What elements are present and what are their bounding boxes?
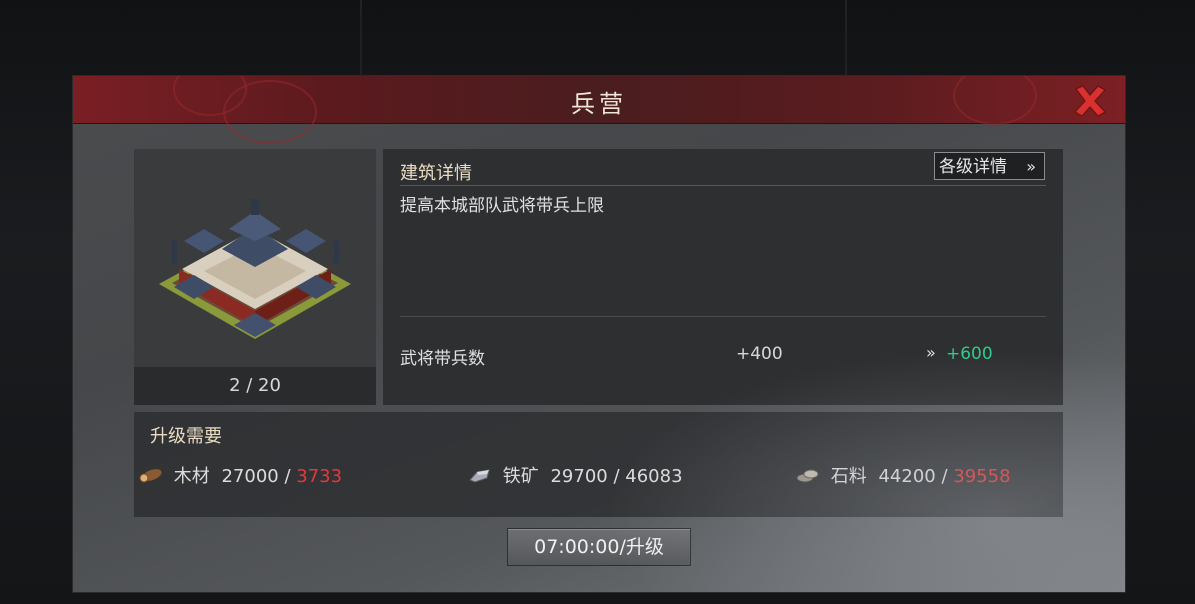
close-x-icon bbox=[1074, 85, 1106, 117]
close-button[interactable] bbox=[1071, 82, 1109, 120]
resource-name: 石料 bbox=[830, 466, 867, 487]
dialog-titlebar: 兵营 bbox=[73, 76, 1125, 144]
details-divider bbox=[400, 185, 1046, 186]
resource-need: 29700 bbox=[550, 466, 608, 487]
requirements-heading: 升级需要 bbox=[150, 426, 222, 447]
resource-stone: 石料 44200 / 39558 bbox=[795, 462, 1011, 488]
stone-icon bbox=[796, 469, 819, 483]
iron-ore-icon bbox=[469, 469, 490, 483]
resource-have: 46083 bbox=[625, 466, 683, 487]
stat-label: 武将带兵数 bbox=[400, 349, 485, 369]
barracks-dialog: 兵营 2 / 20 建筑详情 各级详情 » 提高本城部队武将带兵上限 武将带兵数… bbox=[73, 76, 1125, 592]
barracks-building-icon bbox=[159, 199, 351, 339]
upgrade-button[interactable]: 07:00:00/升级 bbox=[507, 528, 691, 566]
building-description: 提高本城部队武将带兵上限 bbox=[400, 196, 604, 216]
building-image-panel: 2 / 20 bbox=[134, 149, 376, 405]
resource-iron: 铁矿 29700 / 46083 bbox=[467, 462, 683, 488]
resource-need: 44200 bbox=[878, 466, 936, 487]
stat-current-value: +400 bbox=[736, 344, 783, 364]
resource-need: 27000 bbox=[221, 466, 279, 487]
building-details-panel: 建筑详情 各级详情 » 提高本城部队武将带兵上限 武将带兵数 +400 » +6… bbox=[383, 149, 1063, 405]
details-heading: 建筑详情 bbox=[400, 163, 472, 184]
chevron-right-icon: » bbox=[1026, 157, 1036, 176]
resource-wood: 木材 27000 / 3733 bbox=[138, 462, 342, 488]
building-level: 2 / 20 bbox=[134, 367, 376, 405]
upgrade-arrow-icon: » bbox=[926, 343, 936, 362]
wood-log-icon bbox=[139, 469, 162, 483]
dialog-title: 兵营 bbox=[571, 90, 627, 118]
background-divider bbox=[845, 0, 847, 76]
background-divider bbox=[360, 0, 362, 76]
upgrade-requirements-panel: 升级需要 木材 27000 / 3733 铁矿 29700 / 46083 石料… bbox=[134, 412, 1063, 517]
resource-name: 木材 bbox=[173, 466, 210, 487]
stat-divider bbox=[400, 316, 1046, 317]
resource-have: 39558 bbox=[953, 466, 1011, 487]
level-details-label: 各级详情 bbox=[939, 157, 1007, 177]
stat-next-value: +600 bbox=[946, 344, 993, 364]
level-details-button[interactable]: 各级详情 » bbox=[934, 152, 1045, 180]
resource-have: 3733 bbox=[296, 466, 343, 487]
resource-name: 铁矿 bbox=[502, 466, 539, 487]
